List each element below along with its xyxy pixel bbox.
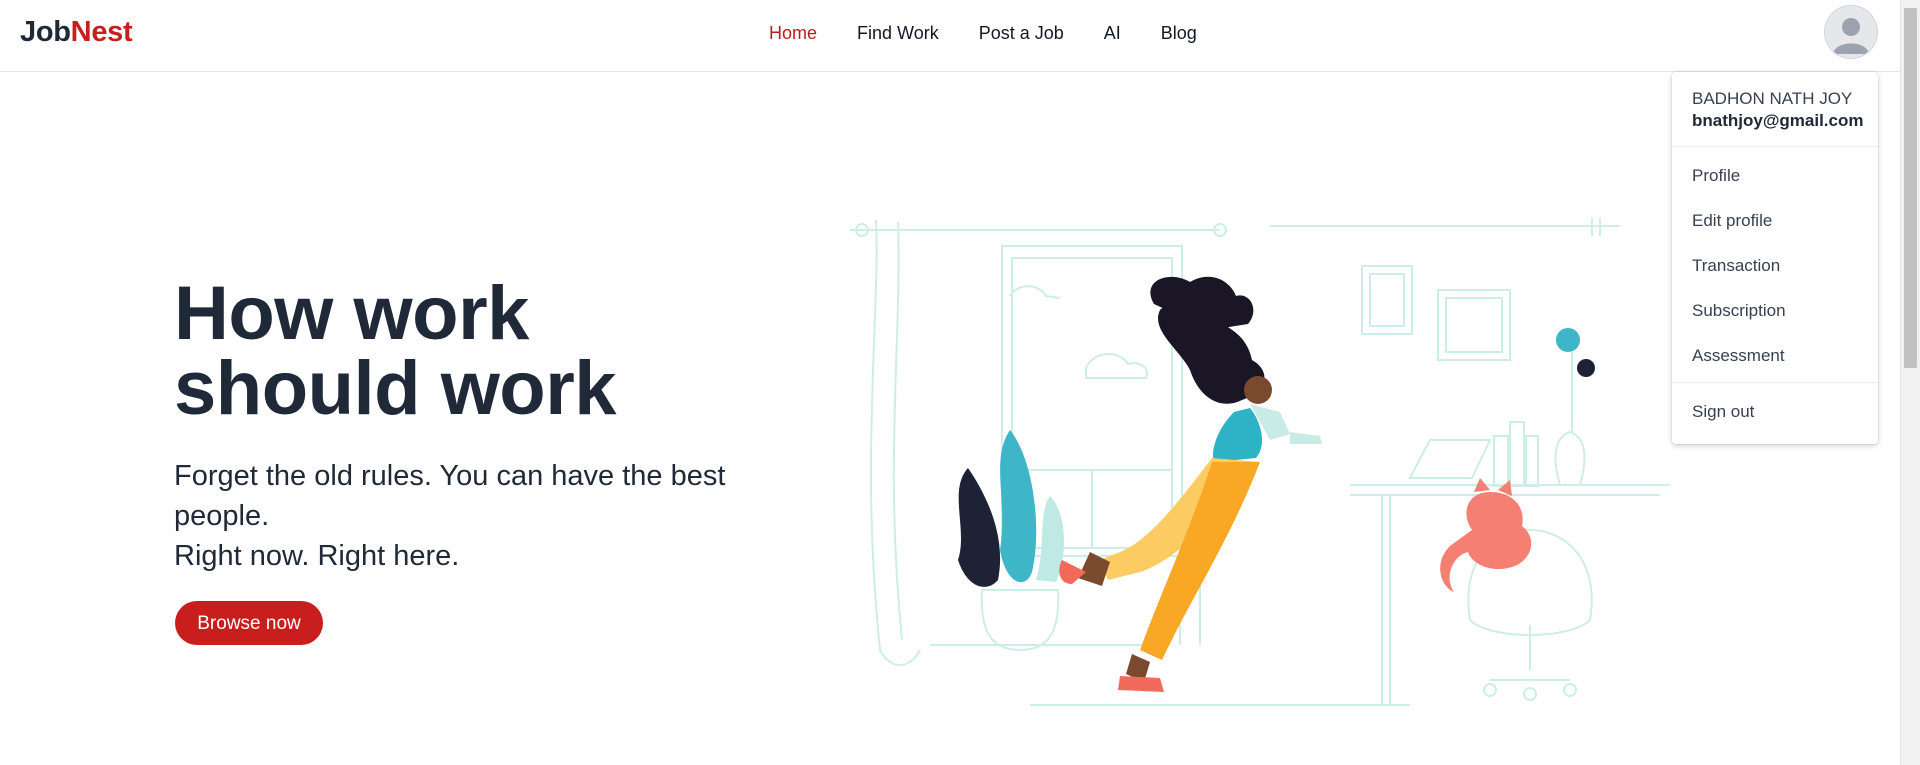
nav-ai[interactable]: AI	[1104, 22, 1121, 44]
hero-title-line1: How work	[174, 271, 529, 356]
hero-subtitle-line2: people.	[174, 500, 270, 532]
sign-out-button[interactable]: Sign out	[1672, 389, 1878, 434]
nav-post-a-job[interactable]: Post a Job	[979, 22, 1064, 44]
hero-subtitle-line1: Forget the old rules. You can have the b…	[174, 460, 726, 492]
user-menu-list: Profile Edit profile Transaction Subscri…	[1672, 147, 1878, 383]
brand-logo[interactable]: JobNest	[20, 16, 133, 48]
user-avatar-button[interactable]	[1825, 6, 1877, 58]
menu-item-transaction[interactable]: Transaction	[1672, 243, 1878, 288]
hero-subtitle: Forget the old rules. You can have the b…	[174, 456, 774, 576]
main-nav: Home Find Work Post a Job AI Blog	[769, 22, 1237, 44]
user-name: BADHON NATH JOY	[1692, 89, 1853, 108]
nav-find-work[interactable]: Find Work	[857, 22, 939, 44]
menu-item-subscription[interactable]: Subscription	[1672, 288, 1878, 333]
user-info: BADHON NATH JOY bnathjoy@gmail.com	[1672, 72, 1878, 147]
top-navbar: JobNest Home Find Work Post a Job AI Blo…	[0, 0, 1900, 72]
menu-item-assessment[interactable]: Assessment	[1672, 333, 1878, 378]
menu-item-edit-profile[interactable]: Edit profile	[1672, 198, 1878, 243]
hero-title: How work should work	[174, 271, 814, 431]
scrollbar-thumb[interactable]	[1904, 8, 1917, 368]
brand-logo-part1: Job	[20, 16, 71, 48]
hero-title-line2: should work	[174, 346, 617, 431]
brand-logo-part2: Nest	[70, 16, 133, 48]
hero-subtitle-line3: Right now. Right here.	[174, 540, 460, 572]
sign-out-section: Sign out	[1672, 383, 1878, 440]
page-scrollbar[interactable]	[1900, 0, 1920, 765]
menu-item-profile[interactable]: Profile	[1672, 153, 1878, 198]
user-email: bnathjoy@gmail.com	[1692, 111, 1864, 130]
nav-home[interactable]: Home	[769, 22, 817, 44]
user-avatar-icon	[1825, 6, 1877, 58]
nav-blog[interactable]: Blog	[1161, 22, 1197, 44]
user-dropdown-menu: BADHON NATH JOY bnathjoy@gmail.com Profi…	[1672, 72, 1878, 444]
hero-illustration	[850, 218, 1670, 706]
browse-now-button[interactable]: Browse now	[175, 601, 323, 645]
